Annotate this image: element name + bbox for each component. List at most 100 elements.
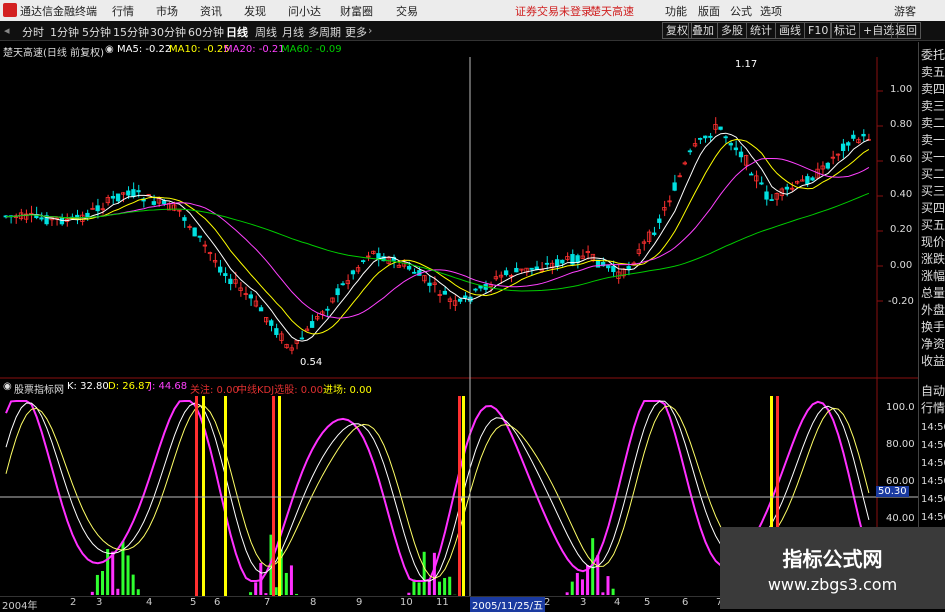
period-weekly[interactable]: 周线 (255, 24, 277, 40)
site-watermark: 指标公式网 www.zbgs3.com (720, 527, 945, 609)
ma60-line (6, 193, 869, 291)
candle-body (704, 136, 708, 138)
candle-body (162, 201, 166, 204)
signal-bar (278, 396, 281, 596)
toolbar-arrow-icon[interactable]: ◂ (4, 24, 10, 37)
period-5min[interactable]: 5分钟 (82, 24, 111, 40)
menu-gongshi[interactable]: 公式 (730, 3, 752, 19)
sidebar-item: 买三 (921, 182, 945, 199)
menu-shichang[interactable]: 市场 (156, 3, 178, 19)
menu-banmian[interactable]: 版面 (698, 3, 720, 19)
period-daily[interactable]: 日线 (226, 24, 248, 40)
menu-gongneng[interactable]: 功能 (665, 3, 687, 19)
candle-body (770, 200, 774, 201)
sub-axis-label: 100.0 (886, 402, 915, 413)
ma20-value: MA20: -0.21 (224, 44, 285, 55)
sidebar-item: 买四 (921, 199, 945, 216)
candle-body (127, 191, 130, 195)
sub-axis-label: 40.00 (886, 513, 915, 524)
sidebar-item[interactable]: 行情 (921, 399, 945, 416)
candle-body (785, 187, 789, 189)
period-15min[interactable]: 15分钟 (113, 24, 149, 40)
candle-body (341, 284, 345, 285)
date-label: 11 (436, 597, 449, 608)
candle-body (458, 299, 462, 301)
k-value: K: 32.80 (67, 381, 109, 392)
period-monthly[interactable]: 月线 (282, 24, 304, 40)
axis-label: 0.40 (890, 189, 912, 200)
candle-body (739, 152, 743, 157)
candle-body (734, 148, 738, 150)
signal-bar (272, 396, 275, 596)
btn-f10[interactable]: F10 (804, 22, 832, 39)
btn-biaoji[interactable]: 标记 (830, 22, 860, 39)
indicator-name[interactable]: 股票指标网 (14, 381, 64, 396)
sidebar-item[interactable]: 自动 (921, 382, 945, 399)
period-more[interactable]: 更多 (345, 24, 367, 40)
candle-body (749, 174, 753, 175)
candle-body (198, 236, 202, 237)
date-label: 3 (580, 597, 586, 608)
histogram-bar (596, 555, 599, 595)
histogram-bar (448, 577, 451, 595)
menu-faxian[interactable]: 发现 (244, 3, 266, 19)
histogram-bar (275, 587, 278, 595)
histogram-bar (443, 578, 446, 595)
signal-bar (195, 396, 198, 596)
btn-return[interactable]: 返回 (891, 22, 921, 39)
menu-zixun[interactable]: 资讯 (200, 3, 222, 19)
sidebar-time: 14:50 (921, 476, 945, 487)
candle-body (96, 206, 100, 211)
trade-status-notice[interactable]: 证券交易未登录 (515, 3, 592, 19)
period-toolbar: ◂ 分时 1分钟 5分钟 15分钟 30分钟 60分钟 日线 周线 月线 多周期… (0, 21, 945, 41)
menu-hangqing[interactable]: 行情 (112, 3, 134, 19)
ma10-line (6, 140, 869, 334)
candle-body (132, 190, 136, 197)
high-price-mark: 1.17 (735, 59, 757, 70)
menu-caifuquan[interactable]: 财富圈 (340, 3, 373, 19)
guest-login[interactable]: 游客 (894, 3, 916, 19)
settings-icon[interactable]: ◉ (105, 44, 114, 55)
candle-body (310, 321, 314, 327)
candle-body (515, 268, 519, 272)
sidebar-item: 现价 (921, 233, 945, 250)
date-label: 6 (214, 597, 220, 608)
period-fenshi[interactable]: 分时 (22, 24, 44, 40)
histogram-bar (290, 565, 293, 595)
candle-body (862, 134, 866, 136)
btn-duogu[interactable]: 多股 (717, 22, 747, 39)
watermark-title: 指标公式网 (720, 543, 945, 572)
btn-tongji[interactable]: 统计 (746, 22, 776, 39)
jinchang-value: 进场: 0.00 (323, 381, 372, 396)
sub-settings-icon[interactable]: ◉ (3, 381, 12, 392)
ma10-value: MA10: -0.25 (169, 44, 230, 55)
date-label: 10 (400, 597, 413, 608)
axis-label: 0.60 (890, 154, 912, 165)
more-chevron-icon[interactable]: › (368, 24, 372, 37)
histogram-bar (137, 589, 140, 595)
histogram-bar (571, 582, 574, 595)
menu-jiaoyi[interactable]: 交易 (396, 3, 418, 19)
axis-label: 0.00 (890, 260, 912, 271)
sidebar-item: 卖二 (921, 114, 945, 131)
candle-body (806, 177, 810, 184)
period-multi[interactable]: 多周期 (308, 24, 341, 40)
sidebar-item[interactable]: 委托 (921, 46, 945, 63)
candle-body (765, 192, 769, 199)
candle-body (841, 144, 845, 151)
btn-diejia[interactable]: 叠加 (688, 22, 718, 39)
date-label: 3 (96, 597, 102, 608)
period-30min[interactable]: 30分钟 (150, 24, 186, 40)
date-label: 7 (264, 597, 270, 608)
sidebar-item: 买五 (921, 216, 945, 233)
period-1min[interactable]: 1分钟 (50, 24, 79, 40)
period-60min[interactable]: 60分钟 (188, 24, 224, 40)
menu-wenxiaoda[interactable]: 问小达 (288, 3, 321, 19)
histogram-bar (428, 580, 431, 595)
menu-xuanxiang[interactable]: 选项 (760, 3, 782, 19)
btn-huaxian[interactable]: 画线 (775, 22, 805, 39)
app-title: 通达信金融终端 (20, 3, 97, 19)
candle-body (606, 266, 610, 268)
kline-chart[interactable] (0, 41, 918, 597)
adjust-mode: (日线 前复权) (43, 44, 104, 59)
